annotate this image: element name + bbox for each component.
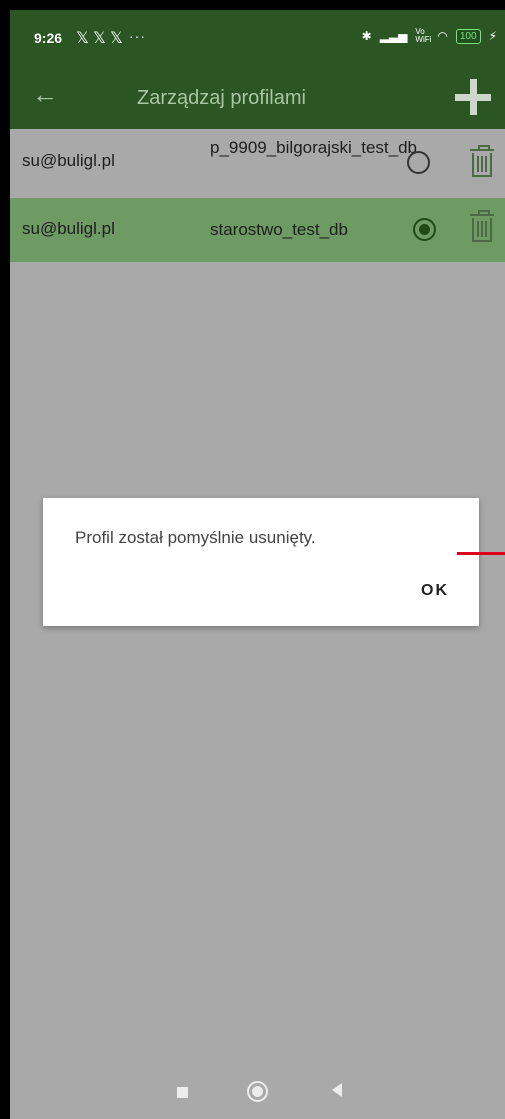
profile-radio-button-checked[interactable]	[413, 218, 436, 241]
delete-profile-trash-icon[interactable]	[470, 208, 494, 242]
home-icon[interactable]	[247, 1081, 268, 1102]
profile-email: su@buligl.pl	[22, 219, 115, 238]
profile-database: starostwo_test_db	[210, 220, 348, 239]
more-notifications-icon: ···	[129, 28, 146, 44]
status-icons: ✱ ▂▃▅ Vo WiFi ◠ 100 ⚡	[362, 28, 497, 44]
profile-row[interactable]: su@buligl.pl p_9909_bilgorajski_test_db	[10, 129, 505, 193]
phone-screen: 9:26 𝕏 𝕏 𝕏 ··· ✱ ▂▃▅ Vo WiFi ◠ 100 ⚡ ← Z…	[10, 10, 505, 1119]
wifi-icon: ◠	[437, 29, 448, 43]
back-icon[interactable]	[332, 1083, 342, 1097]
x-app-icon: 𝕏	[93, 30, 106, 47]
bluetooth-icon: ✱	[361, 29, 372, 43]
app-bar: ← Zarządzaj profilami	[10, 67, 505, 129]
profile-email: su@buligl.pl	[22, 151, 115, 170]
status-time: 9:26	[34, 30, 63, 46]
charging-icon: ⚡	[488, 29, 497, 43]
back-arrow-icon[interactable]: ←	[32, 79, 58, 110]
ok-button[interactable]: OK	[421, 582, 449, 600]
status-bar: 9:26 𝕏 𝕏 𝕏 ··· ✱ ▂▃▅ Vo WiFi ◠ 100 ⚡	[10, 10, 505, 67]
page-title: Zarządzaj profilami	[137, 87, 306, 109]
confirmation-dialog: Profil został pomyślnie usunięty. OK	[43, 498, 479, 626]
profile-radio-button[interactable]	[407, 151, 430, 174]
battery-icon: 100	[455, 28, 481, 44]
profile-row-selected[interactable]: su@buligl.pl starostwo_test_db	[10, 198, 505, 262]
recent-apps-icon[interactable]	[177, 1087, 188, 1098]
annotation-marker	[457, 552, 505, 555]
signal-icon: ▂▃▅	[379, 29, 408, 43]
x-app-icon: 𝕏	[110, 30, 123, 47]
navigation-bar	[10, 1064, 505, 1119]
profile-database: p_9909_bilgorajski_test_db	[210, 138, 417, 157]
delete-profile-trash-icon[interactable]	[470, 143, 494, 177]
add-profile-button[interactable]	[449, 73, 497, 121]
vowifi-icon: Vo WiFi	[415, 27, 432, 44]
dialog-message: Profil został pomyślnie usunięty.	[75, 528, 316, 547]
x-app-icon: 𝕏	[76, 30, 89, 47]
